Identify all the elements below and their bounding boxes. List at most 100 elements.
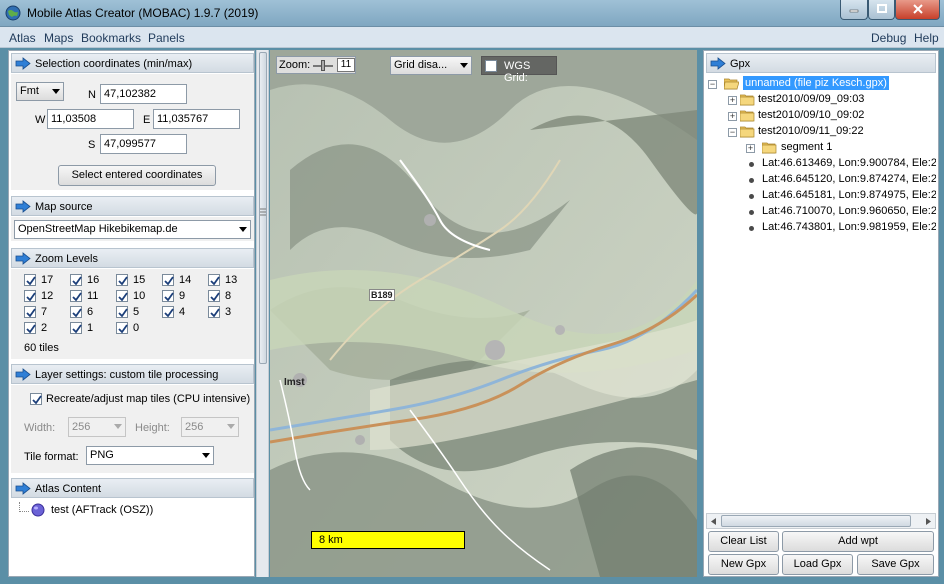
expand-icon[interactable]: + [728,112,737,121]
zoom-slider-thumb[interactable] [321,60,325,71]
checkmark-icon [26,324,36,334]
zoom-level-checkbox-3[interactable] [208,306,220,318]
atlas-item[interactable]: test (AFTrack (OSZ)) [51,504,153,516]
zoom-level-checkbox-5[interactable] [116,306,128,318]
format-select[interactable]: Fmt [16,82,64,101]
zoom-level-checkbox-0[interactable] [116,322,128,334]
scrollbar-thumb[interactable] [721,515,911,527]
gpx-track-label: test2010/09/10_09:02 [758,109,865,121]
add-wpt-button[interactable]: Add wpt [782,531,934,552]
map-source-title: Map source [35,201,93,213]
west-field[interactable]: 11,03508 [47,109,134,129]
maximize-icon [876,4,887,13]
wgs-grid-checkbox[interactable] [485,60,497,72]
zoom-level-checkbox-11[interactable] [70,290,82,302]
layer-settings-title: Layer settings: custom tile processing [35,369,219,381]
zoom-level-label: 5 [133,306,140,318]
scroll-left-icon[interactable] [711,518,716,525]
zoom-level-checkbox-13[interactable] [208,274,220,286]
checkmark-icon [26,292,36,302]
collapse-icon[interactable]: − [708,80,717,89]
maximize-button[interactable] [868,0,895,20]
zoom-level-checkbox-10[interactable] [116,290,128,302]
south-field[interactable]: 47,099577 [100,134,187,154]
map-source-select[interactable]: OpenStreetMap Hikebikemap.de [14,220,251,239]
zoom-level-checkbox-6[interactable] [70,306,82,318]
menu-help[interactable]: Help [914,31,939,45]
menu-maps[interactable]: Maps [44,31,73,45]
gpx-point-label: Lat:46.613469, Lon:9.900784, Ele:2 [762,157,936,169]
folder-icon [740,126,755,138]
new-gpx-button[interactable]: New Gpx [708,554,779,575]
checkmark-icon [72,324,82,334]
zoom-level-checkbox-9[interactable] [162,290,174,302]
gpx-point-label: Lat:46.645120, Lon:9.874274, Ele:2 [762,173,936,185]
collapse-icon[interactable]: − [728,128,737,137]
tile-format-label: Tile format: [24,451,79,463]
expand-icon[interactable]: + [728,96,737,105]
folder-icon [740,110,755,122]
zoom-levels-header[interactable]: Zoom Levels [11,248,254,268]
gpx-header[interactable]: Gpx [706,53,936,73]
zoom-level-checkbox-17[interactable] [24,274,36,286]
east-field[interactable]: 11,035767 [153,109,240,129]
gpx-panel: Gpx − unnamed (file piz Kesch.gpx) + test… [703,50,939,577]
chevron-down-icon [114,424,122,429]
globe-app-icon [5,5,21,21]
north-field[interactable]: 47,102382 [100,84,187,104]
wgs-grid-toggle[interactable]: WGS Grid: [481,56,557,84]
checkmark-icon [164,308,174,318]
tiles-count: 60 tiles [24,342,59,354]
gpx-track-label: test2010/09/11_09:22 [758,125,864,137]
selection-coordinates-header[interactable]: Selection coordinates (min/max) [11,53,254,73]
zoom-level-checkbox-8[interactable] [208,290,220,302]
layer-settings-header[interactable]: Layer settings: custom tile processing [11,364,254,384]
atlas-content-header[interactable]: Atlas Content [11,478,254,498]
zoom-level-checkbox-15[interactable] [116,274,128,286]
close-button[interactable] [895,0,940,20]
zoom-level-checkbox-16[interactable] [70,274,82,286]
folder-icon [762,142,777,154]
grid-select[interactable]: Grid disa... [390,56,472,75]
menu-debug[interactable]: Debug [871,31,906,45]
zoom-value: 11 [337,58,355,72]
zoom-level-label: 11 [87,290,99,302]
zoom-level-checkbox-4[interactable] [162,306,174,318]
scroll-right-icon[interactable] [926,518,931,525]
tile-format-select[interactable]: PNG [86,446,214,465]
zoom-level-checkbox-1[interactable] [70,322,82,334]
clear-list-button[interactable]: Clear List [708,531,779,552]
gpx-horizontal-scrollbar[interactable] [706,513,936,529]
menu-panels[interactable]: Panels [148,31,185,45]
zoom-level-checkbox-7[interactable] [24,306,36,318]
checkmark-icon [72,276,82,286]
recreate-tiles-checkbox[interactable] [30,393,42,405]
west-label: W [35,114,46,126]
gpx-title: Gpx [730,58,751,70]
checkmark-icon [210,292,220,302]
zoom-level-label: 17 [41,274,54,286]
map-source-value: OpenStreetMap Hikebikemap.de [18,223,178,235]
checkmark-icon [72,292,82,302]
atlas-content-tree: test (AFTrack (OSZ)) [11,500,254,576]
left-panel-scrollbar[interactable] [256,50,269,577]
map-view[interactable]: B189 Imst Zoom: 11 Grid disa... WGS Grid… [270,50,697,577]
point-bullet-icon [749,210,754,215]
zoom-level-checkbox-2[interactable] [24,322,36,334]
zoom-level-label: 8 [225,290,232,302]
menu-atlas[interactable]: Atlas [9,31,36,45]
save-gpx-button[interactable]: Save Gpx [857,554,934,575]
map-source-header[interactable]: Map source [11,196,254,216]
zoom-level-checkbox-12[interactable] [24,290,36,302]
width-value: 256 [72,421,91,433]
east-label: E [143,114,151,126]
load-gpx-button[interactable]: Load Gpx [782,554,853,575]
zoom-level-label: 1 [87,322,94,334]
expand-icon[interactable]: + [746,144,755,153]
zoom-level-label: 4 [179,306,186,318]
select-coordinates-button[interactable]: Select entered coordinates [58,165,216,186]
selection-coordinates-title: Selection coordinates (min/max) [35,58,193,70]
menu-bookmarks[interactable]: Bookmarks [81,31,141,45]
zoom-level-checkbox-14[interactable] [162,274,174,286]
minimize-button[interactable] [840,0,868,20]
